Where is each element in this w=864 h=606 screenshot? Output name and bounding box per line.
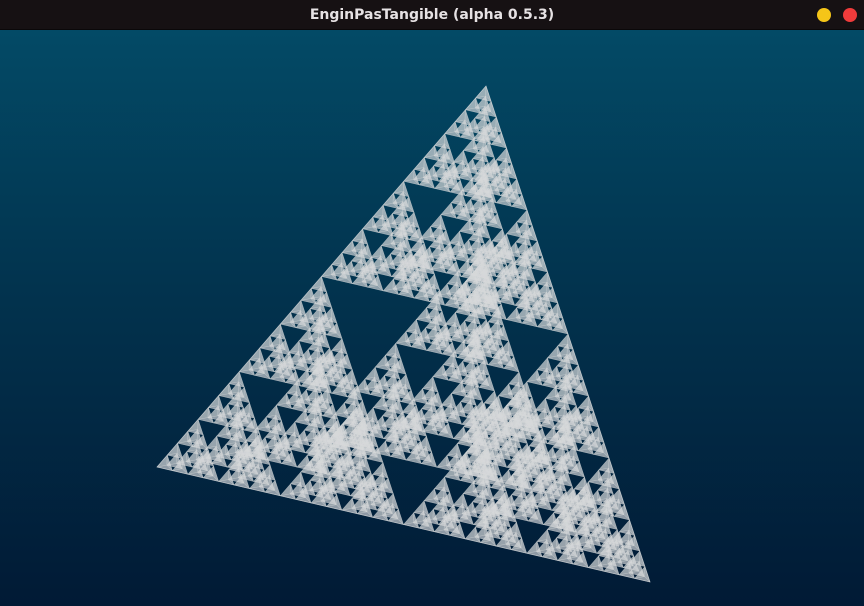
title-bar[interactable]: EnginPasTangible (alpha 0.5.3) <box>0 0 864 30</box>
window-title: EnginPasTangible (alpha 0.5.3) <box>309 7 555 23</box>
sierpinski-fractal <box>156 85 651 583</box>
minimize-button[interactable] <box>817 8 831 22</box>
render-viewport[interactable] <box>0 30 864 606</box>
close-button[interactable] <box>843 8 857 22</box>
fractal-mesh <box>156 85 651 583</box>
app-window: EnginPasTangible (alpha 0.5.3) <box>0 0 864 606</box>
